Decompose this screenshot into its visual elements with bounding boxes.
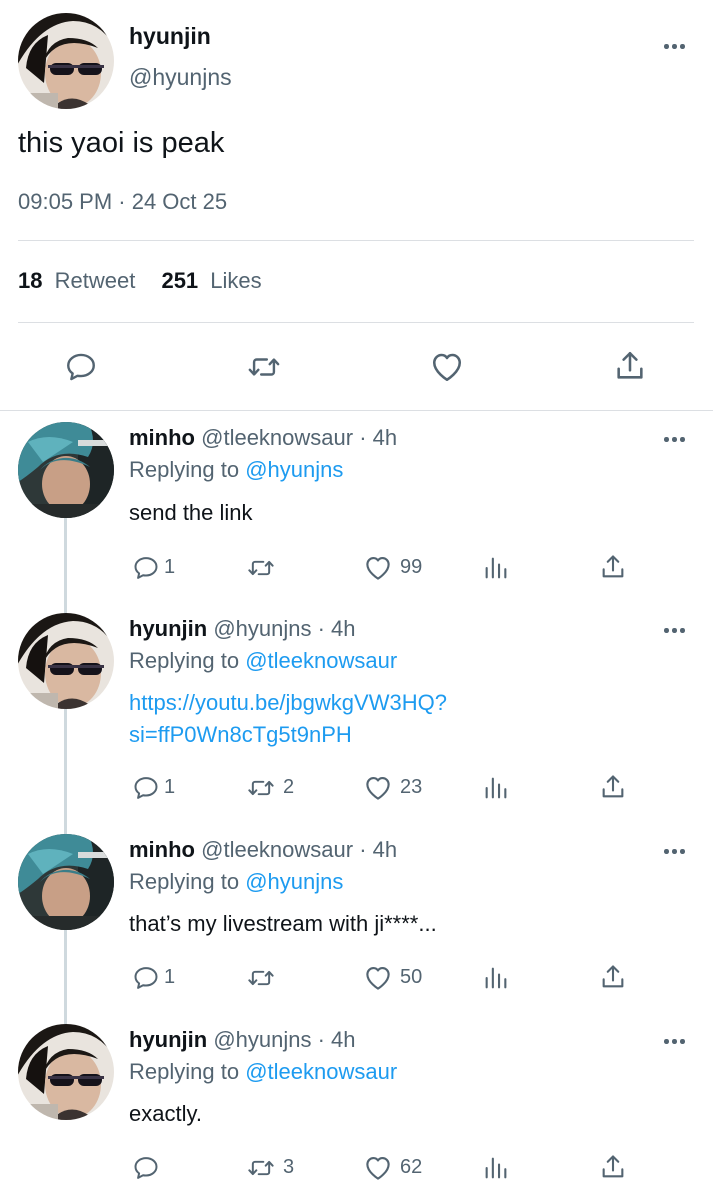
reply-icon[interactable] — [132, 774, 160, 802]
retweets-label[interactable]: Retweet — [55, 268, 136, 293]
replying-to: Replying to @hyunjns — [129, 457, 343, 483]
reply-icon[interactable] — [132, 1154, 160, 1182]
divider — [0, 410, 713, 411]
tweet-timestamp[interactable]: 09:05 PM · 24 Oct 25 — [18, 189, 227, 215]
like-count: 62 — [400, 1156, 423, 1178]
replying-to: Replying to @hyunjns — [129, 869, 343, 895]
replying-to-handle[interactable]: @tleeknowsaur — [245, 1059, 397, 1084]
handle-time[interactable]: @hyunjns · 4h — [213, 1027, 355, 1052]
reply-icon[interactable] — [132, 964, 160, 992]
heart-icon[interactable] — [429, 349, 465, 385]
tweet-stats: 18 Retweet 251 Likes — [18, 268, 262, 294]
replying-to-handle[interactable]: @tleeknowsaur — [245, 648, 397, 673]
retweet-count: 3 — [283, 1156, 295, 1178]
youtube-link-line2[interactable]: si=ffP0Wn8cTg5t9nPH — [129, 722, 352, 748]
like-count: 99 — [400, 556, 423, 578]
reply-header: minho @tleeknowsaur · 4h — [129, 425, 397, 451]
tweet-text: this yaoi is peak — [18, 127, 225, 159]
divider — [18, 322, 694, 323]
more-dots-icon[interactable] — [664, 847, 688, 855]
reply-icon[interactable] — [132, 554, 160, 582]
reply-icon[interactable] — [64, 350, 98, 384]
reply-count: 1 — [164, 966, 176, 988]
more-dots-icon[interactable] — [664, 1037, 688, 1045]
reply-header: minho @tleeknowsaur · 4h — [129, 837, 397, 863]
views-icon[interactable] — [482, 554, 510, 582]
share-icon[interactable] — [613, 349, 647, 383]
retweets-count[interactable]: 18 — [18, 268, 42, 293]
retweet-icon[interactable] — [245, 1154, 277, 1182]
avatar-hyunjin[interactable] — [18, 13, 114, 109]
display-name[interactable]: hyunjin — [129, 23, 211, 50]
replying-to: Replying to @tleeknowsaur — [129, 648, 397, 674]
replying-prefix: Replying to — [129, 1059, 240, 1084]
more-dots-icon[interactable] — [664, 435, 688, 443]
heart-icon[interactable] — [363, 553, 393, 583]
views-icon[interactable] — [482, 774, 510, 802]
heart-icon[interactable] — [363, 963, 393, 993]
youtube-link-line1[interactable]: https://youtu.be/jbgwkgVW3HQ? — [129, 690, 447, 716]
handle[interactable]: @hyunjns — [129, 64, 232, 91]
avatar-hyunjin[interactable] — [18, 613, 114, 709]
thread-line — [64, 518, 67, 1026]
likes-count[interactable]: 251 — [161, 268, 198, 293]
display-name[interactable]: hyunjin — [129, 616, 207, 641]
reply-text: send the link — [129, 500, 253, 525]
retweet-icon[interactable] — [245, 554, 277, 582]
display-name[interactable]: hyunjin — [129, 1027, 207, 1052]
replying-prefix: Replying to — [129, 648, 240, 673]
reply-count: 1 — [164, 776, 176, 798]
divider — [18, 240, 694, 241]
replying-to-handle[interactable]: @hyunjns — [245, 457, 343, 482]
more-dots-icon[interactable] — [664, 626, 688, 634]
likes-label[interactable]: Likes — [210, 268, 261, 293]
replying-to-handle[interactable]: @hyunjns — [245, 869, 343, 894]
share-icon[interactable] — [599, 773, 627, 801]
reply-header: hyunjin @hyunjns · 4h — [129, 1027, 356, 1053]
share-icon[interactable] — [599, 963, 627, 991]
retweet-icon[interactable] — [245, 774, 277, 802]
handle-time[interactable]: @tleeknowsaur · 4h — [201, 837, 397, 862]
retweet-count: 2 — [283, 776, 295, 798]
handle-time[interactable]: @tleeknowsaur · 4h — [201, 425, 397, 450]
reply-count: 1 — [164, 556, 176, 578]
handle-time[interactable]: @hyunjns · 4h — [213, 616, 355, 641]
more-dots-icon[interactable] — [664, 42, 688, 50]
like-count: 23 — [400, 776, 423, 798]
avatar-minho[interactable] — [18, 834, 114, 930]
display-name[interactable]: minho — [129, 425, 195, 450]
replying-prefix: Replying to — [129, 457, 240, 482]
replying-to: Replying to @tleeknowsaur — [129, 1059, 397, 1085]
avatar-hyunjin[interactable] — [18, 1024, 114, 1120]
heart-icon[interactable] — [363, 1153, 393, 1183]
retweet-icon[interactable] — [246, 350, 282, 384]
reply-text: exactly. — [129, 1101, 202, 1126]
views-icon[interactable] — [482, 964, 510, 992]
replying-prefix: Replying to — [129, 869, 240, 894]
like-count: 50 — [400, 966, 423, 988]
reply-header: hyunjin @hyunjns · 4h — [129, 616, 356, 642]
share-icon[interactable] — [599, 1153, 627, 1181]
retweet-icon[interactable] — [245, 964, 277, 992]
avatar-minho[interactable] — [18, 422, 114, 518]
views-icon[interactable] — [482, 1154, 510, 1182]
reply-text: that’s my livestream with ji****... — [129, 911, 437, 936]
display-name[interactable]: minho — [129, 837, 195, 862]
share-icon[interactable] — [599, 553, 627, 581]
heart-icon[interactable] — [363, 773, 393, 803]
